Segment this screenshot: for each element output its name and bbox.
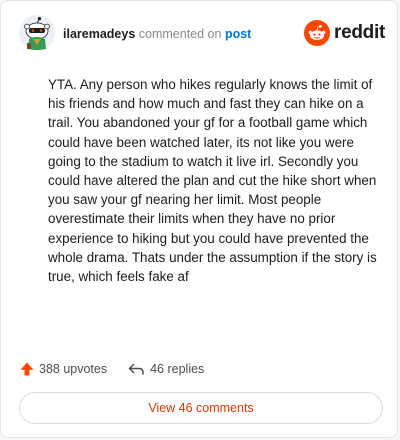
- view-comments-button[interactable]: View 46 comments: [19, 392, 383, 424]
- upvote-button[interactable]: 388 upvotes: [19, 361, 107, 377]
- comment-action-text: commented on: [138, 27, 222, 41]
- reddit-wordmark: reddit: [334, 22, 385, 43]
- comment-byline: ilaremadeys commented on post: [63, 26, 251, 42]
- avatar[interactable]: [19, 15, 55, 51]
- post-link[interactable]: post: [225, 27, 251, 41]
- reply-arrow-icon: [128, 363, 144, 375]
- upvote-count: 388 upvotes: [39, 362, 108, 376]
- reddit-snoo-icon: [304, 20, 331, 46]
- upvote-arrow-icon: [20, 362, 34, 376]
- replies-count: 46 replies: [150, 362, 205, 376]
- comment-card: ilaremadeys commented on post reddit YTA…: [0, 0, 398, 438]
- comment-header: ilaremadeys commented on post reddit: [19, 15, 385, 53]
- reddit-logo[interactable]: reddit: [304, 20, 385, 46]
- reply-button[interactable]: 46 replies: [127, 361, 204, 377]
- comment-stats: 388 upvotes 46 replies: [19, 359, 204, 379]
- comment-body: YTA. Any person who hikes regularly know…: [48, 77, 377, 285]
- username-link[interactable]: ilaremadeys: [63, 27, 135, 41]
